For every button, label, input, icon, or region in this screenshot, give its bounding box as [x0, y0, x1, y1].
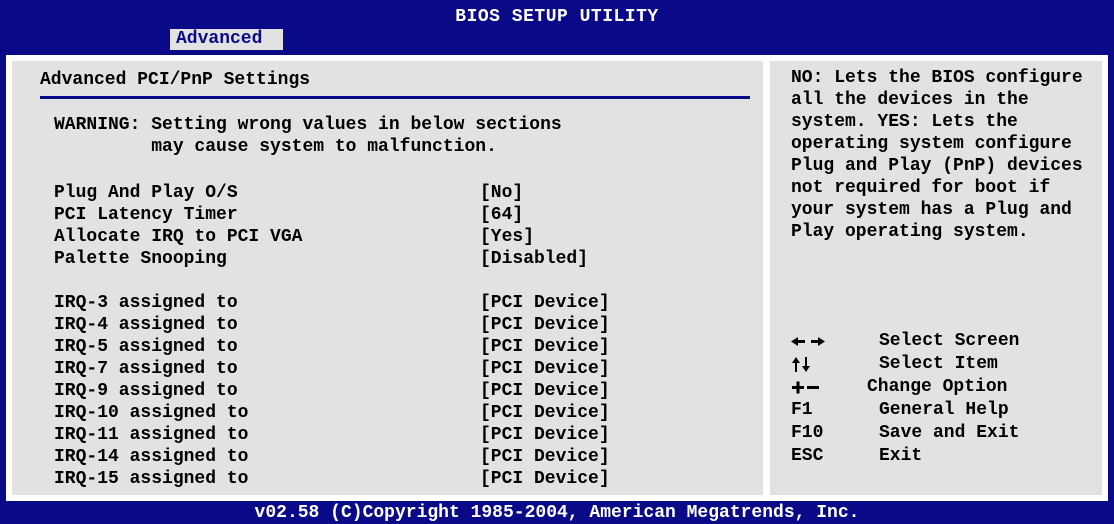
warning-text-line1: WARNING: Setting wrong values in below s… — [54, 115, 562, 135]
irq-row-4[interactable]: IRQ-4 assigned to [PCI Device] — [54, 314, 754, 336]
irq-label: IRQ-7 assigned to — [54, 359, 238, 379]
irq-value[interactable]: [PCI Device] — [480, 380, 610, 402]
irq-label: IRQ-9 assigned to — [54, 381, 238, 401]
irq-value[interactable]: [PCI Device] — [480, 314, 610, 336]
key-row-select-screen: Select Screen — [791, 330, 1091, 353]
tab-advanced[interactable]: Advanced — [170, 29, 283, 50]
setting-row-pci-latency-timer[interactable]: PCI Latency Timer [64] — [54, 204, 754, 226]
irq-label: IRQ-5 assigned to — [54, 337, 238, 357]
setting-value[interactable]: [No] — [480, 182, 523, 204]
key-label: F1 — [791, 400, 813, 420]
irq-label: IRQ-14 assigned to — [54, 447, 249, 467]
setting-value[interactable]: [Yes] — [480, 226, 534, 248]
irq-value[interactable]: [PCI Device] — [480, 446, 610, 468]
irq-value[interactable]: [PCI Device] — [480, 468, 610, 490]
irq-label: IRQ-3 assigned to — [54, 293, 238, 313]
copyright-footer: v02.58 (C)Copyright 1985-2004, American … — [254, 503, 860, 523]
key-row-exit: ESC Exit — [791, 445, 1091, 468]
key-description: General Help — [879, 400, 1009, 420]
irq-label: IRQ-10 assigned to — [54, 403, 249, 423]
help-description: NO: Lets the BIOS configure all the devi… — [791, 68, 1083, 242]
key-description: Save and Exit — [879, 423, 1020, 443]
irq-value[interactable]: [PCI Device] — [480, 336, 610, 358]
setting-label: Plug And Play O/S — [54, 183, 238, 203]
setting-row-palette-snooping[interactable]: Palette Snooping [Disabled] — [54, 248, 754, 270]
section-title: Advanced PCI/PnP Settings — [40, 70, 311, 90]
setting-row-plug-and-play-os[interactable]: Plug And Play O/S [No] — [54, 182, 754, 204]
key-description: Exit — [879, 446, 923, 466]
key-row-select-item: Select Item — [791, 353, 1091, 376]
key-row-general-help: F1 General Help — [791, 399, 1091, 422]
key-row-save-exit: F10 Save and Exit — [791, 422, 1091, 445]
key-description: Change Option — [867, 377, 1008, 397]
irq-value[interactable]: [PCI Device] — [480, 358, 610, 380]
irq-label: IRQ-11 assigned to — [54, 425, 249, 445]
irq-label: IRQ-4 assigned to — [54, 315, 238, 335]
irq-value[interactable]: [PCI Device] — [480, 402, 610, 424]
setting-label: Allocate IRQ to PCI VGA — [54, 227, 303, 247]
section-rule — [40, 96, 750, 99]
setting-label: Palette Snooping — [54, 249, 227, 269]
left-right-arrows-icon — [791, 330, 861, 353]
key-description: Select Item — [879, 354, 998, 374]
irq-row-3[interactable]: IRQ-3 assigned to [PCI Device] — [54, 292, 754, 314]
irq-row-11[interactable]: IRQ-11 assigned to [PCI Device] — [54, 424, 754, 446]
plus-minus-icon — [791, 376, 861, 399]
key-label: ESC — [791, 446, 824, 466]
irq-row-15[interactable]: IRQ-15 assigned to [PCI Device] — [54, 468, 754, 490]
irq-value[interactable]: [PCI Device] — [480, 292, 610, 314]
irq-row-5[interactable]: IRQ-5 assigned to [PCI Device] — [54, 336, 754, 358]
irq-row-10[interactable]: IRQ-10 assigned to [PCI Device] — [54, 402, 754, 424]
key-row-change-option: Change Option — [791, 376, 1091, 399]
key-description: Select Screen — [879, 331, 1020, 351]
up-down-arrows-icon — [791, 353, 861, 376]
setting-value[interactable]: [Disabled] — [480, 248, 588, 270]
warning-text-line2: may cause system to malfunction. — [54, 137, 497, 157]
key-legend: Select Screen Select Item Change Option … — [791, 330, 1091, 468]
irq-label: IRQ-15 assigned to — [54, 469, 249, 489]
irq-row-7[interactable]: IRQ-7 assigned to [PCI Device] — [54, 358, 754, 380]
bios-title: BIOS SETUP UTILITY — [455, 7, 659, 27]
key-label: F10 — [791, 423, 824, 443]
irq-row-9[interactable]: IRQ-9 assigned to [PCI Device] — [54, 380, 754, 402]
setting-label: PCI Latency Timer — [54, 205, 238, 225]
panel-divider — [763, 55, 770, 501]
setting-row-allocate-irq-vga[interactable]: Allocate IRQ to PCI VGA [Yes] — [54, 226, 754, 248]
irq-value[interactable]: [PCI Device] — [480, 424, 610, 446]
setting-value[interactable]: [64] — [480, 204, 523, 226]
irq-row-14[interactable]: IRQ-14 assigned to [PCI Device] — [54, 446, 754, 468]
